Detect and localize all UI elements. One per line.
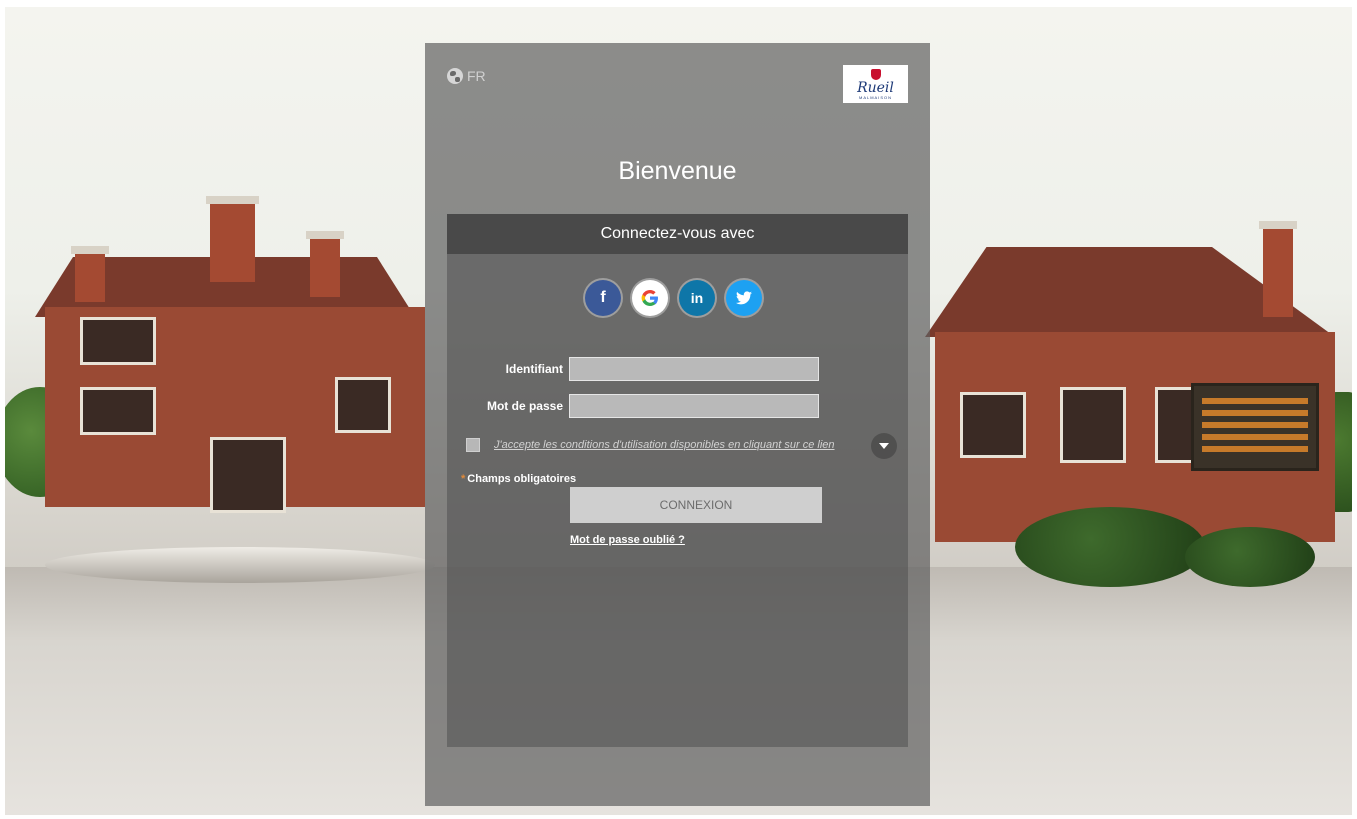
- background-window: [210, 437, 286, 513]
- terms-link[interactable]: J'accepte les conditions d'utilisation d…: [494, 439, 835, 451]
- google-login-button[interactable]: [632, 280, 668, 316]
- linkedin-icon: in: [690, 290, 704, 306]
- facebook-icon: f: [600, 289, 606, 306]
- facebook-login-button[interactable]: f: [585, 280, 621, 316]
- language-label: FR: [467, 68, 486, 84]
- background-bush: [1185, 527, 1315, 587]
- background-window: [1060, 387, 1126, 463]
- background-window: [80, 317, 156, 365]
- password-input[interactable]: [569, 394, 819, 418]
- shield-icon: [870, 68, 881, 80]
- twitter-icon: [736, 291, 752, 305]
- logo: Rueil MALMAISON: [843, 65, 908, 103]
- logo-subtext: MALMAISON: [858, 94, 892, 100]
- background-chimney: [206, 196, 259, 282]
- login-panel: FR Rueil MALMAISON Bienvenue Connectez-v…: [425, 43, 930, 806]
- twitter-login-button[interactable]: [726, 280, 762, 316]
- chevron-down-icon[interactable]: [871, 433, 897, 459]
- background-chimney: [71, 246, 109, 302]
- background-sign-board: [1191, 383, 1319, 471]
- required-fields-note: * Champs obligatoires: [461, 473, 576, 485]
- background-window: [960, 392, 1026, 458]
- login-button[interactable]: CONNEXION: [570, 487, 822, 523]
- globe-icon: [447, 68, 463, 84]
- background-window: [80, 387, 156, 435]
- page-title: Bienvenue: [618, 157, 737, 185]
- language-selector[interactable]: FR: [447, 68, 486, 84]
- password-row: Mot de passe: [447, 394, 819, 418]
- background-fountain: [45, 547, 435, 583]
- background-chimney: [306, 231, 344, 297]
- terms-checkbox[interactable]: [466, 438, 480, 452]
- login-box-heading: Connectez-vous avec: [447, 214, 908, 254]
- forgot-password-link[interactable]: Mot de passe oublié ?: [570, 534, 685, 546]
- google-icon: [641, 290, 658, 306]
- username-row: Identifiant: [447, 357, 819, 381]
- required-fields-text: Champs obligatoires: [467, 473, 577, 485]
- social-login-group: f in: [585, 280, 762, 316]
- background-chimney: [1259, 221, 1297, 317]
- terms-row: J'accepte les conditions d'utilisation d…: [466, 433, 897, 459]
- linkedin-login-button[interactable]: in: [679, 280, 715, 316]
- password-label: Mot de passe: [486, 399, 563, 413]
- logo-text: Rueil: [857, 79, 894, 96]
- username-label: Identifiant: [505, 362, 563, 376]
- login-box: Connectez-vous avec f in Identifiant Mot…: [447, 214, 908, 747]
- required-star: *: [461, 473, 466, 485]
- background-bush: [1015, 507, 1205, 587]
- background-window: [335, 377, 391, 433]
- username-input[interactable]: [569, 357, 819, 381]
